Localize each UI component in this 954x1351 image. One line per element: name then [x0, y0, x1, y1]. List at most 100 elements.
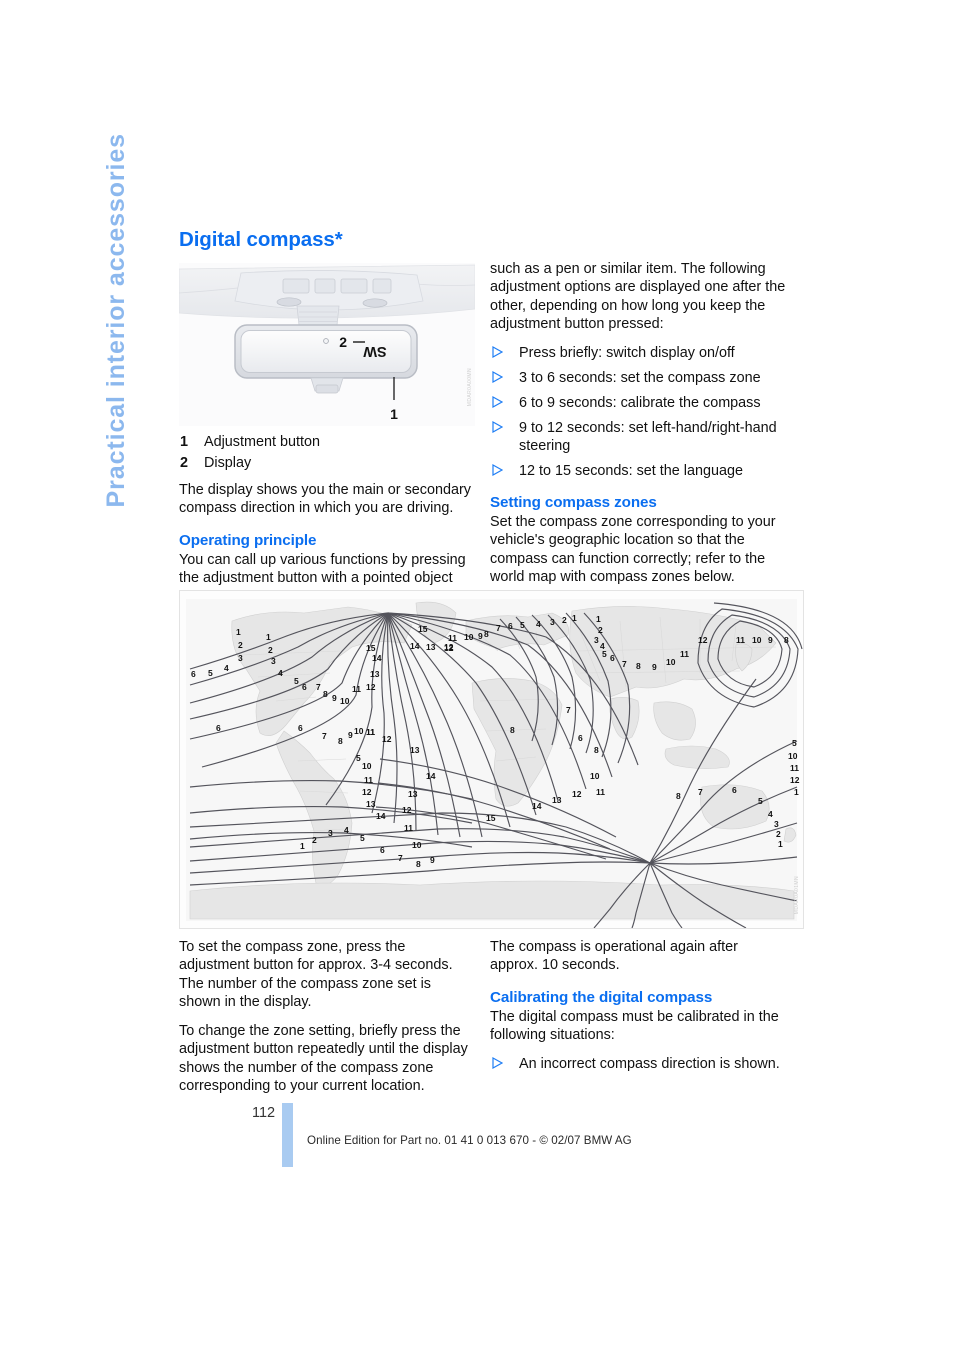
- svg-text:10: 10: [666, 657, 676, 667]
- legend-item: 1 Adjustment button: [179, 432, 475, 453]
- svg-text:9: 9: [430, 855, 435, 865]
- svg-text:4: 4: [224, 663, 229, 673]
- list-item: 6 to 9 seconds: calibrate the compass: [490, 394, 786, 412]
- svg-text:12: 12: [444, 642, 454, 652]
- svg-text:11: 11: [596, 787, 605, 797]
- svg-text:7: 7: [496, 623, 501, 633]
- svg-text:11: 11: [352, 684, 361, 694]
- list-item: 12 to 15 seconds: set the language: [490, 462, 786, 480]
- svg-text:13: 13: [410, 745, 420, 755]
- svg-text:10: 10: [464, 632, 474, 642]
- svg-text:8: 8: [323, 689, 328, 699]
- svg-text:11: 11: [680, 649, 689, 659]
- svg-text:3: 3: [594, 635, 599, 645]
- triangle-bullet-icon: [492, 346, 503, 359]
- list-item-label: Press briefly: switch display on/off: [519, 345, 735, 362]
- svg-text:10: 10: [752, 635, 762, 645]
- svg-text:6: 6: [732, 785, 737, 795]
- svg-text:6: 6: [216, 723, 221, 733]
- svg-text:10: 10: [412, 840, 422, 850]
- setting-zones-paragraph: Set the compass zone corresponding to yo…: [490, 513, 776, 585]
- svg-text:5: 5: [602, 649, 607, 659]
- set-zone-paragraph-1: To set the compass zone, press the adjus…: [179, 939, 453, 1010]
- svg-text:6: 6: [302, 682, 307, 692]
- svg-text:7: 7: [316, 682, 321, 692]
- svg-text:5: 5: [294, 676, 299, 686]
- svg-text:9: 9: [348, 730, 353, 740]
- svg-text:14: 14: [372, 653, 382, 663]
- svg-text:10: 10: [340, 696, 350, 706]
- svg-text:3: 3: [238, 653, 243, 663]
- triangle-bullet-icon: [492, 1057, 503, 1070]
- svg-text:12: 12: [572, 789, 582, 799]
- svg-text:14: 14: [532, 801, 542, 811]
- page-number: 112: [252, 1105, 276, 1121]
- svg-text:4: 4: [278, 668, 283, 678]
- figure-legend-list: 1 Adjustment button 2 Display: [179, 432, 475, 474]
- svg-text:1: 1: [300, 841, 305, 851]
- svg-text:2: 2: [562, 615, 567, 625]
- svg-text:7: 7: [698, 787, 703, 797]
- svg-text:2: 2: [598, 625, 603, 635]
- svg-text:9: 9: [478, 631, 483, 641]
- svg-text:8: 8: [784, 635, 789, 645]
- svg-text:10: 10: [788, 751, 798, 761]
- svg-text:6: 6: [610, 653, 615, 663]
- svg-text:12: 12: [362, 787, 372, 797]
- svg-text:14: 14: [376, 811, 386, 821]
- svg-text:13: 13: [370, 669, 380, 679]
- svg-text:11: 11: [366, 727, 375, 737]
- svg-text:7: 7: [398, 853, 403, 863]
- svg-text:12: 12: [790, 775, 800, 785]
- calibration-situations-list: An incorrect compass direction is shown.: [490, 1055, 786, 1073]
- list-item: 9 to 12 seconds: set left-hand/right-han…: [490, 419, 786, 456]
- svg-text:15: 15: [418, 624, 428, 634]
- svg-text:12: 12: [366, 682, 376, 692]
- svg-text:11: 11: [790, 763, 799, 773]
- legend-number: 2: [180, 455, 189, 471]
- world-magnetic-zone-map: 123 456 123 456 6 78 9 1011 1267 89 10 1112…: [180, 591, 803, 928]
- footer-edition-text: Online Edition for Part no. 01 41 0 013 …: [307, 1134, 632, 1147]
- triangle-bullet-icon: [492, 395, 503, 408]
- svg-text:8: 8: [484, 629, 489, 639]
- list-item-label: 9 to 12 seconds: set left-hand/right-han…: [519, 419, 777, 454]
- svg-text:5: 5: [208, 668, 213, 678]
- heading-operating-principle: Operating principle: [179, 531, 317, 549]
- svg-text:8: 8: [594, 745, 599, 755]
- svg-text:1: 1: [596, 614, 601, 624]
- legend-item: 2 Display: [179, 453, 475, 474]
- adjustment-options-list: Press briefly: switch display on/off 3 t…: [490, 344, 786, 480]
- svg-text:1: 1: [778, 839, 783, 849]
- svg-text:4: 4: [536, 619, 541, 629]
- svg-text:10: 10: [590, 771, 600, 781]
- svg-text:14: 14: [410, 641, 420, 651]
- heading-calibrating-digital-compass: Calibrating the digital compass: [490, 988, 713, 1006]
- figure-reference-code: MDAR0A00MN: [467, 367, 473, 406]
- legend-label: Display: [204, 455, 252, 471]
- svg-text:8: 8: [510, 725, 515, 735]
- triangle-bullet-icon: [492, 420, 503, 433]
- svg-text:12: 12: [402, 805, 412, 815]
- svg-text:3: 3: [774, 819, 779, 829]
- svg-text:11: 11: [448, 633, 457, 643]
- svg-text:6: 6: [508, 621, 513, 631]
- triangle-bullet-icon: [492, 370, 503, 383]
- list-item: 3 to 6 seconds: set the compass zone: [490, 369, 786, 387]
- svg-text:2: 2: [776, 829, 781, 839]
- figure-world-compass-zone-map: 123 456 123 456 678 9 10 11 12 6 7 8 9 10 11 12…: [179, 590, 804, 929]
- svg-text:11: 11: [364, 775, 373, 785]
- manual-page: Practical interior accessories Digital c…: [0, 0, 954, 1351]
- svg-text:2: 2: [238, 640, 243, 650]
- svg-text:4: 4: [768, 809, 773, 819]
- left-column-upper: 1 Adjustment button 2 Display The displa…: [179, 432, 475, 587]
- mirror-display-text: SW: [363, 343, 387, 359]
- svg-text:1: 1: [266, 632, 271, 642]
- map-reference-code: MDAR0A01MN: [794, 875, 800, 914]
- svg-text:6: 6: [191, 669, 196, 679]
- svg-text:8: 8: [416, 859, 421, 869]
- heading-setting-compass-zones: Setting compass zones: [490, 493, 657, 511]
- svg-text:13: 13: [552, 795, 562, 805]
- svg-text:4: 4: [344, 825, 349, 835]
- svg-text:3: 3: [550, 617, 555, 627]
- right-column-lower: The compass is operational again after a…: [490, 938, 786, 1080]
